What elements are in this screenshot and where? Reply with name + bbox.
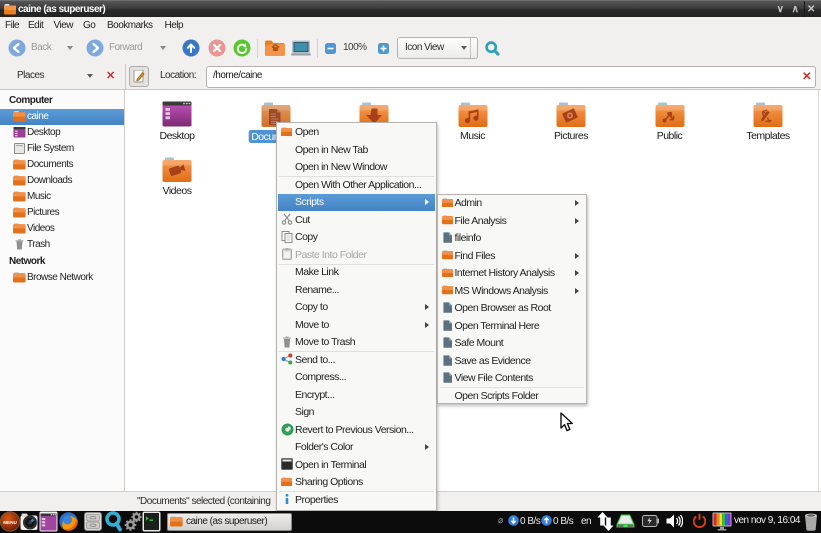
svg-text:MENU: MENU [3,520,17,525]
